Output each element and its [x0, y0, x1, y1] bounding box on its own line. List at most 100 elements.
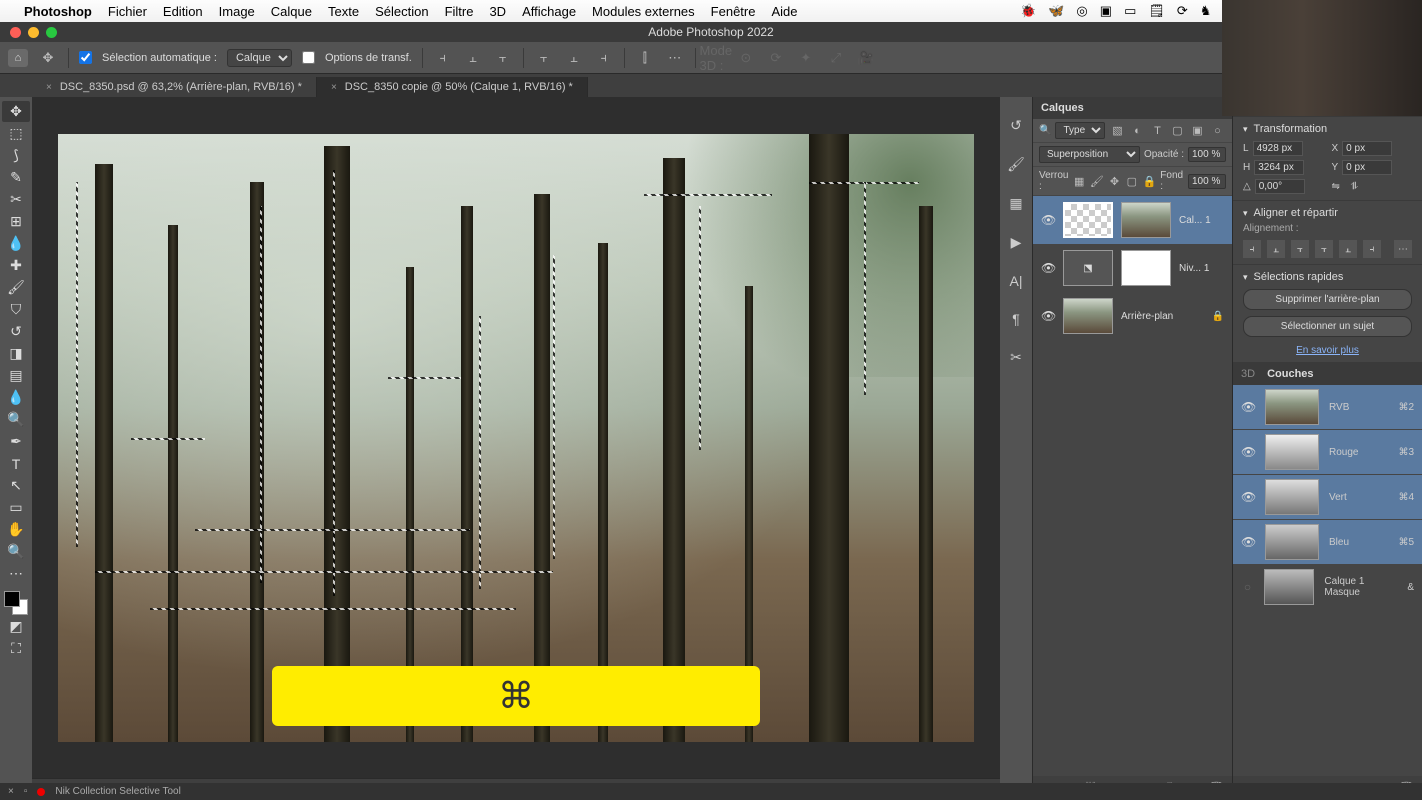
flip-v-icon[interactable]: ⥮	[1351, 181, 1358, 192]
status-icon[interactable]: 🐞	[1020, 3, 1036, 19]
status-icon[interactable]: ⟳	[1177, 3, 1188, 19]
blend-mode-dropdown[interactable]: Superposition	[1039, 146, 1140, 163]
width-input[interactable]	[1253, 141, 1303, 156]
layer-item[interactable]: 👁 Arrière-plan 🔒	[1033, 292, 1232, 340]
adjustment-thumbnail[interactable]: ⬔	[1063, 250, 1113, 286]
select-subject-button[interactable]: Sélectionner un sujet	[1243, 316, 1412, 337]
paragraph-panel-icon[interactable]: ¶	[1012, 311, 1020, 327]
swatches-panel-icon[interactable]: ▦	[1009, 195, 1022, 212]
filter-smart-icon[interactable]: ▣	[1189, 123, 1205, 139]
visibility-toggle-icon[interactable]: 👁	[1041, 213, 1055, 227]
filter-text-icon[interactable]: T	[1149, 123, 1165, 139]
channel-item[interactable]: 👁 Bleu ⌘5	[1233, 520, 1422, 565]
stamp-tool[interactable]: ⛉	[2, 299, 30, 320]
path-select-tool[interactable]: ↖	[2, 475, 30, 496]
channel-item[interactable]: 👁 Rouge ⌘3	[1233, 430, 1422, 475]
menu-filter[interactable]: Filtre	[445, 4, 474, 19]
quick-mask-tool[interactable]: ◩	[2, 616, 30, 637]
fill-input[interactable]	[1188, 174, 1226, 189]
visibility-toggle-icon[interactable]: 👁	[1041, 309, 1055, 323]
close-icon[interactable]: ×	[8, 786, 14, 797]
filter-pixel-icon[interactable]: ▧	[1109, 123, 1125, 139]
menu-text[interactable]: Texte	[328, 4, 359, 19]
visibility-toggle-icon[interactable]: 👁	[1241, 400, 1255, 414]
filter-type-dropdown[interactable]: Type	[1055, 122, 1105, 139]
channel-item[interactable]: 👁 RVB ⌘2	[1233, 385, 1422, 430]
remove-background-button[interactable]: Supprimer l'arrière-plan	[1243, 289, 1412, 310]
document-tab[interactable]: ×DSC_8350 copie @ 50% (Calque 1, RVB/16)…	[317, 77, 588, 97]
eyedropper-tool[interactable]: 💧	[2, 233, 30, 254]
hand-tool[interactable]: ✋	[2, 519, 30, 540]
close-button[interactable]	[10, 27, 21, 38]
auto-select-dropdown[interactable]: Calque	[227, 49, 292, 67]
lock-all-icon[interactable]: 🔒	[1143, 173, 1157, 189]
align-right-button[interactable]: ⫟	[1291, 240, 1309, 258]
eraser-tool[interactable]: ◨	[2, 343, 30, 364]
blur-tool[interactable]: 💧	[2, 387, 30, 408]
visibility-toggle-icon[interactable]: 👁	[1241, 535, 1255, 549]
status-icon[interactable]: ♞	[1200, 3, 1212, 19]
align-center-h-icon[interactable]: ⫠	[463, 48, 483, 68]
menu-layer[interactable]: Calque	[271, 4, 312, 19]
channel-item[interactable]: 👁 Vert ⌘4	[1233, 475, 1422, 520]
transform-section-title[interactable]: ▾Transformation	[1243, 123, 1412, 135]
menu-window[interactable]: Fenêtre	[711, 4, 756, 19]
align-vcenter-button[interactable]: ⫠	[1339, 240, 1357, 258]
healing-tool[interactable]: ✚	[2, 255, 30, 276]
visibility-toggle-icon[interactable]: 👁	[1241, 445, 1255, 459]
height-input[interactable]	[1254, 160, 1304, 175]
edit-toolbar[interactable]: ⋯	[2, 563, 30, 584]
channel-item[interactable]: ○ Calque 1 Masque &	[1233, 565, 1422, 610]
collapse-icon[interactable]: ▫	[24, 786, 28, 797]
status-icon[interactable]: ◎	[1076, 3, 1087, 19]
history-brush-tool[interactable]: ↺	[2, 321, 30, 342]
menu-file[interactable]: Fichier	[108, 4, 147, 19]
align-center-v-icon[interactable]: ⫠	[564, 48, 584, 68]
align-section-title[interactable]: ▾Aligner et répartir	[1243, 207, 1412, 219]
layer-thumbnail[interactable]	[1063, 298, 1113, 334]
character-panel-icon[interactable]: A|	[1010, 273, 1023, 289]
brush-panel-icon[interactable]: 🖌	[1007, 156, 1025, 173]
transform-options-checkbox[interactable]	[302, 51, 315, 64]
gradient-tool[interactable]: ▤	[2, 365, 30, 386]
lock-transparent-icon[interactable]: ▦	[1072, 173, 1085, 189]
status-icon[interactable]: 🗒	[1148, 3, 1165, 19]
align-top-button[interactable]: ⫟	[1315, 240, 1333, 258]
zoom-tool[interactable]: 🔍	[2, 541, 30, 562]
actions-panel-icon[interactable]: ▶	[1011, 234, 1022, 251]
auto-select-checkbox[interactable]	[79, 51, 92, 64]
menu-selection[interactable]: Sélection	[375, 4, 428, 19]
align-bottom-icon[interactable]: ⫞	[594, 48, 614, 68]
frame-tool[interactable]: ⊞	[2, 211, 30, 232]
home-button[interactable]: ⌂	[8, 49, 28, 67]
type-tool[interactable]: T	[2, 453, 30, 474]
menu-edit[interactable]: Edition	[163, 4, 203, 19]
align-hcenter-button[interactable]: ⫠	[1267, 240, 1285, 258]
menu-view[interactable]: Affichage	[522, 4, 576, 19]
visibility-toggle-icon[interactable]: 👁	[1041, 261, 1055, 275]
visibility-toggle-icon[interactable]: 👁	[1241, 490, 1255, 504]
lock-artboard-icon[interactable]: ▢	[1125, 173, 1138, 189]
adjustments-panel-icon[interactable]: ✂	[1010, 349, 1022, 366]
menu-plugins[interactable]: Modules externes	[592, 4, 695, 19]
document-canvas[interactable]: ⌘	[58, 134, 974, 742]
menu-app[interactable]: Photoshop	[24, 4, 92, 19]
filter-shape-icon[interactable]: ▢	[1169, 123, 1185, 139]
status-icon[interactable]: 🦋	[1048, 3, 1064, 19]
flip-h-icon[interactable]: ⇋	[1332, 181, 1340, 192]
close-tab-icon[interactable]: ×	[331, 82, 337, 93]
tab-channels[interactable]: Couches	[1267, 368, 1313, 380]
more-align-icon[interactable]: ⋯	[1394, 240, 1412, 258]
lasso-tool[interactable]: ⟆	[2, 145, 30, 166]
document-tab[interactable]: ×DSC_8350.psd @ 63,2% (Arrière-plan, RVB…	[32, 77, 317, 97]
lock-position-icon[interactable]: ✥	[1108, 173, 1121, 189]
color-swatches[interactable]	[4, 591, 28, 615]
align-top-icon[interactable]: ⫟	[534, 48, 554, 68]
marquee-tool[interactable]: ⬚	[2, 123, 30, 144]
maximize-button[interactable]	[46, 27, 57, 38]
filter-toggle-icon[interactable]: ○	[1209, 123, 1225, 139]
layers-panel-title[interactable]: Calques	[1033, 97, 1232, 119]
dodge-tool[interactable]: 🔍	[2, 409, 30, 430]
y-input[interactable]	[1342, 160, 1392, 175]
layer-item[interactable]: 👁 ⬔ Niv... 1	[1033, 244, 1232, 292]
